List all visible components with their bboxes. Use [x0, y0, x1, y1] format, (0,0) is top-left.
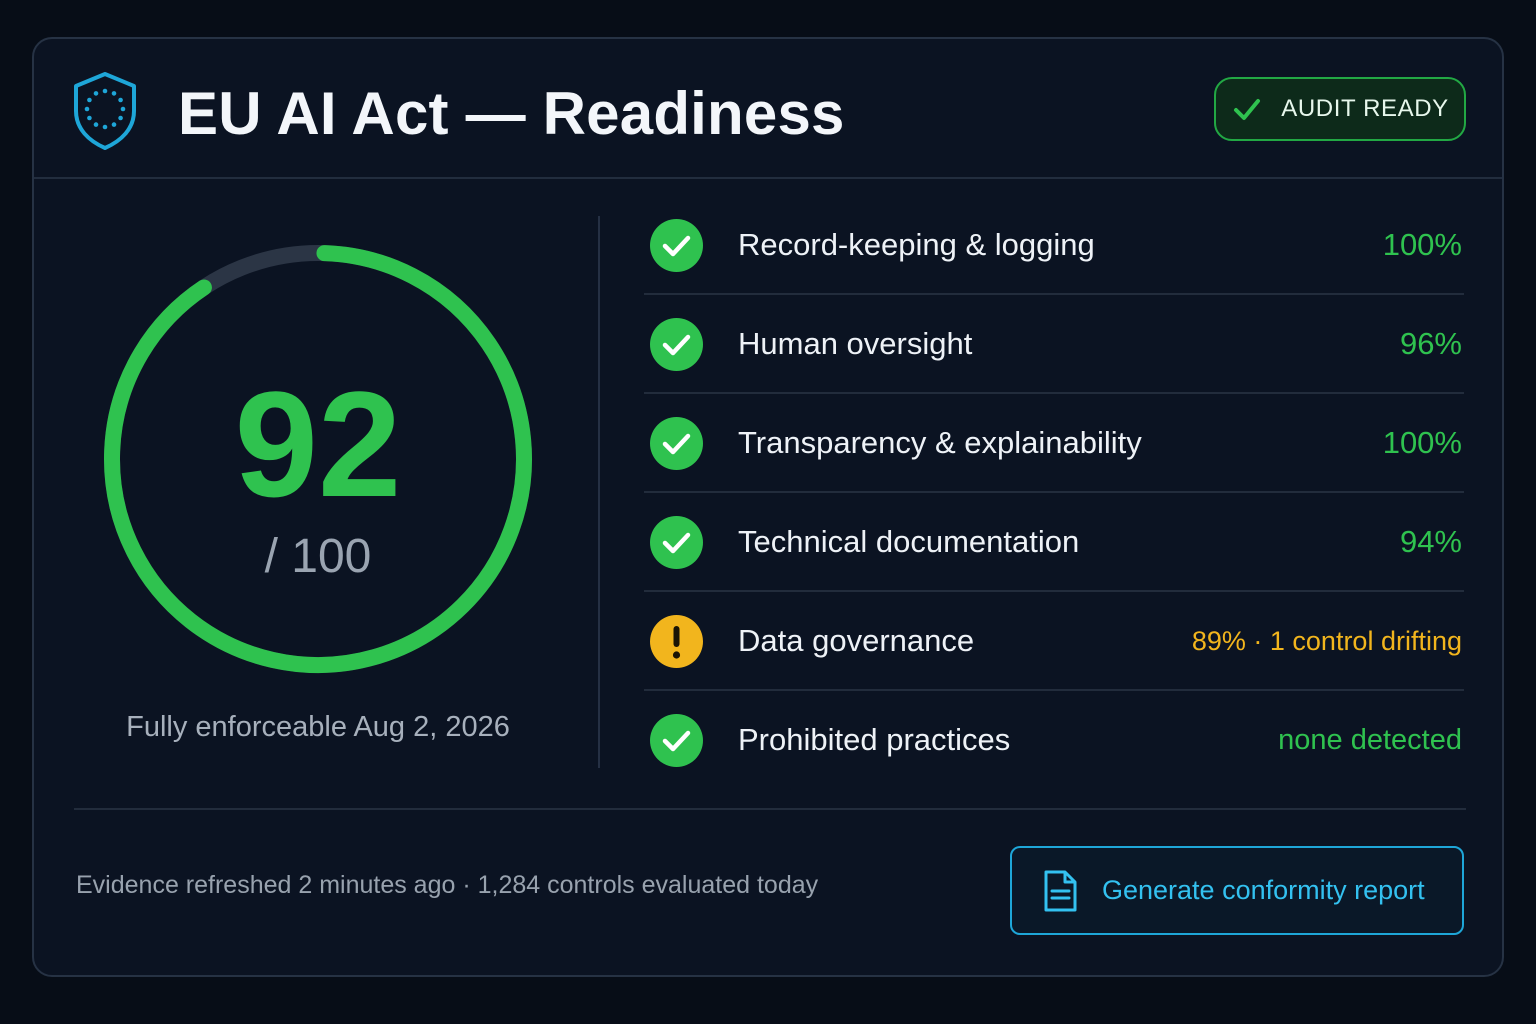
check-label: Data governance: [738, 623, 975, 658]
check-value: 96%: [1399, 326, 1462, 361]
check-row-data-governance: Data governance 89% · 1 control drifting: [644, 592, 1464, 691]
star-dot: [102, 124, 108, 130]
compliance-checklist: Record-keeping & logging 100% Human over…: [644, 196, 1464, 790]
check-row-human-oversight: Human oversight 96%: [644, 295, 1464, 394]
page-title: EU AI Act — Readiness: [178, 80, 845, 147]
check-label: Transparency & explainability: [738, 425, 1142, 460]
star-dot: [102, 88, 108, 94]
check-label: Record-keeping & logging: [738, 227, 1095, 262]
audit-badge-label: AUDIT READY: [1281, 95, 1449, 122]
check-value: 100%: [1382, 227, 1462, 262]
star-dot: [87, 115, 92, 121]
readiness-card: EU AI Act — Readiness AUDIT READY 92 / 1…: [32, 37, 1504, 977]
enforcement-date-note: Fully enforceable Aug 2, 2026: [126, 711, 510, 743]
star-dot: [118, 97, 123, 103]
check-circle-icon: [650, 714, 703, 767]
check-label: Prohibited practices: [738, 722, 1011, 757]
star-dot: [84, 106, 90, 112]
check-value: 100%: [1382, 425, 1462, 460]
check-circle-icon: [650, 318, 703, 371]
star-dot: [93, 122, 99, 127]
check-value: none detected: [1278, 724, 1462, 756]
card-header: EU AI Act — Readiness AUDIT READY: [34, 39, 1502, 179]
audit-ready-badge: AUDIT READY: [1214, 77, 1466, 141]
check-row-record-keeping: Record-keeping & logging 100%: [644, 196, 1464, 295]
score-max-label: / 100: [264, 530, 372, 583]
check-value: 94%: [1399, 524, 1462, 559]
footer-divider: [74, 808, 1466, 810]
document-icon: [1044, 870, 1077, 911]
check-circle-icon: [650, 516, 703, 569]
eu-stars-shield-icon: [74, 72, 136, 150]
check-row-technical-documentation: Technical documentation 94%: [644, 493, 1464, 592]
star-dot: [111, 91, 117, 96]
star-dot: [111, 122, 117, 127]
check-label: Technical documentation: [738, 524, 1080, 559]
star-dot: [87, 97, 92, 103]
evidence-refresh-note: Evidence refreshed 2 minutes ago · 1,284…: [76, 871, 819, 899]
star-dot: [118, 115, 123, 121]
warning-circle-icon: [650, 615, 703, 668]
star-dot: [120, 106, 126, 112]
check-row-prohibited-practices: Prohibited practices none detected: [644, 691, 1464, 790]
check-circle-icon: [650, 219, 703, 272]
readiness-score: 92: [234, 360, 402, 528]
check-icon: [1234, 99, 1261, 120]
star-dot: [93, 91, 99, 96]
check-label: Human oversight: [738, 326, 973, 361]
check-row-transparency: Transparency & explainability 100%: [644, 394, 1464, 493]
generate-report-button[interactable]: Generate conformity report: [1010, 846, 1464, 935]
vertical-divider: [598, 216, 600, 768]
generate-report-label: Generate conformity report: [1102, 875, 1425, 905]
check-value: 89% · 1 control drifting: [1191, 626, 1462, 656]
check-circle-icon: [650, 417, 703, 470]
